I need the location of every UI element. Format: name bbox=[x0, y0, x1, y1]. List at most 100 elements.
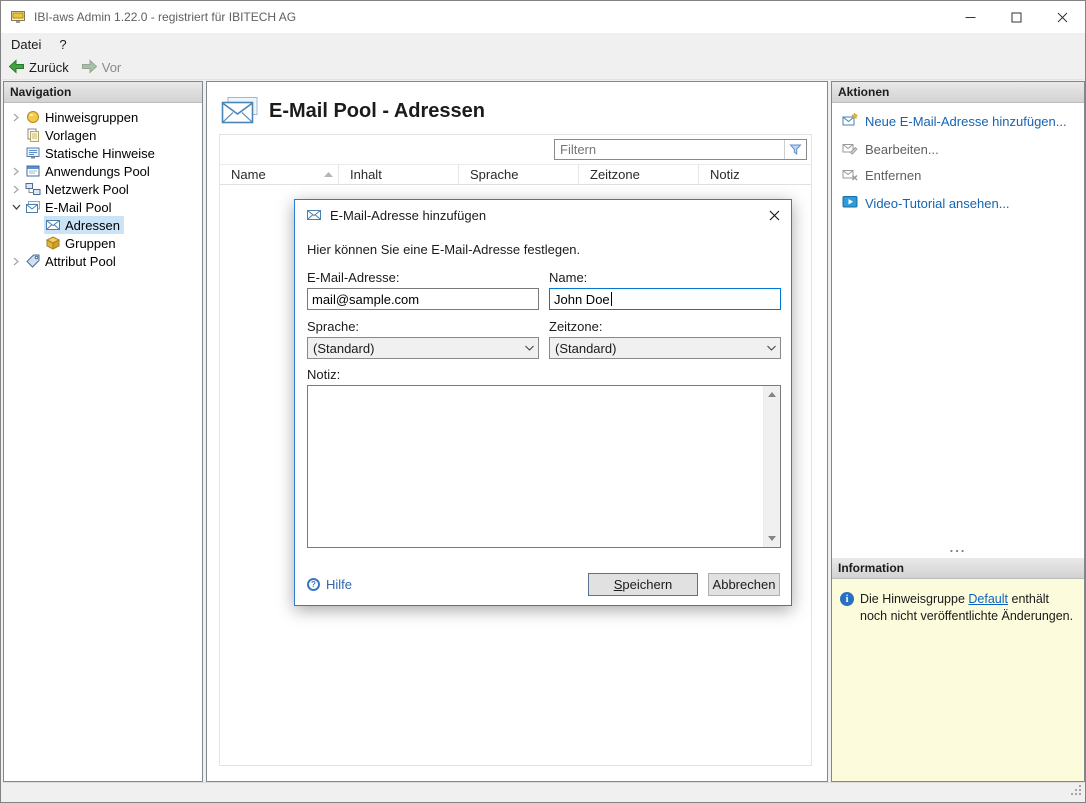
nav-item-label: Adressen bbox=[65, 218, 120, 233]
app-window: IBI-aws Admin 1.22.0 - registriert für I… bbox=[0, 0, 1086, 803]
help-icon: ? bbox=[307, 578, 320, 591]
email-pool-icon bbox=[25, 199, 41, 215]
save-button-label: Speichern bbox=[614, 577, 673, 592]
close-button[interactable] bbox=[1039, 1, 1085, 33]
filter-input[interactable] bbox=[555, 140, 784, 159]
attribut-pool-icon bbox=[25, 253, 41, 269]
nav-item-email-pool[interactable]: E-Mail Pool bbox=[4, 198, 202, 216]
hinweisgruppen-icon bbox=[25, 109, 41, 125]
statische-hinweise-icon bbox=[25, 145, 41, 161]
help-link[interactable]: ? Hilfe bbox=[307, 577, 352, 592]
app-icon bbox=[10, 9, 26, 25]
save-button[interactable]: Speichern bbox=[588, 573, 698, 596]
chevron-right-icon[interactable] bbox=[8, 167, 24, 176]
back-button[interactable]: Zurück bbox=[2, 57, 75, 79]
forward-button[interactable]: Vor bbox=[75, 57, 128, 79]
action-edit[interactable]: Bearbeiten... bbox=[842, 140, 939, 159]
dialog-close-button[interactable] bbox=[757, 200, 791, 230]
language-field-label: Sprache: bbox=[307, 319, 359, 334]
default-group-link[interactable]: Default bbox=[968, 592, 1008, 606]
navigation-panel: Navigation Hinweisgruppen Vorlagen Stati… bbox=[3, 81, 203, 782]
nav-item-gruppen[interactable]: Gruppen bbox=[24, 234, 202, 252]
column-label: Inhalt bbox=[350, 167, 382, 182]
forward-label: Vor bbox=[102, 60, 122, 75]
information-header: Information bbox=[832, 558, 1084, 579]
panel-splitter-handle[interactable]: ... bbox=[832, 540, 1084, 555]
nav-item-statische-hinweise[interactable]: Statische Hinweise bbox=[4, 144, 202, 162]
timezone-select-value: (Standard) bbox=[550, 341, 762, 356]
status-bar bbox=[2, 782, 1084, 801]
nav-item-label: Gruppen bbox=[65, 236, 116, 251]
nav-item-label: Hinweisgruppen bbox=[45, 110, 138, 125]
nav-item-label: E-Mail Pool bbox=[45, 200, 111, 215]
filter-box bbox=[554, 139, 807, 160]
column-label: Notiz bbox=[710, 167, 740, 182]
new-email-icon bbox=[842, 112, 858, 131]
email-field-label: E-Mail-Adresse: bbox=[307, 270, 399, 285]
info-text-before: Die Hinweisgruppe bbox=[860, 592, 965, 606]
column-label: Name bbox=[231, 167, 266, 182]
resize-grip[interactable] bbox=[1069, 783, 1083, 800]
cancel-button-label: Abbrechen bbox=[713, 577, 776, 592]
email-field[interactable] bbox=[307, 288, 539, 310]
anwendungs-pool-icon bbox=[25, 163, 41, 179]
chevron-right-icon[interactable] bbox=[8, 185, 24, 194]
action-video-tutorial[interactable]: Video-Tutorial ansehen... bbox=[842, 194, 1010, 213]
sort-ascending-icon bbox=[324, 172, 333, 177]
back-label: Zurück bbox=[29, 60, 69, 75]
chevron-down-icon bbox=[762, 345, 780, 351]
dialog-titlebar: E-Mail-Adresse hinzufügen bbox=[295, 200, 791, 230]
language-select[interactable]: (Standard) bbox=[307, 337, 539, 359]
remove-email-icon bbox=[842, 166, 858, 185]
scroll-up-icon[interactable] bbox=[764, 386, 780, 403]
maximize-button[interactable] bbox=[993, 1, 1039, 33]
content-header: E-Mail Pool - Adressen bbox=[221, 96, 485, 127]
dialog-title: E-Mail-Adresse hinzufügen bbox=[330, 208, 486, 223]
back-arrow-icon bbox=[8, 59, 25, 77]
column-header-inhalt[interactable]: Inhalt bbox=[339, 165, 459, 184]
action-new-email-address[interactable]: Neue E-Mail-Adresse hinzufügen... bbox=[842, 112, 1067, 131]
menu-help[interactable]: ? bbox=[50, 34, 75, 55]
nav-item-adressen[interactable]: Adressen bbox=[24, 216, 202, 234]
column-header-notiz[interactable]: Notiz bbox=[699, 165, 811, 184]
add-email-dialog: E-Mail-Adresse hinzufügen Hier können Si… bbox=[294, 199, 792, 606]
nav-item-label: Vorlagen bbox=[45, 128, 96, 143]
adressen-icon bbox=[45, 217, 61, 233]
edit-email-icon bbox=[842, 140, 858, 159]
nav-item-label: Anwendungs Pool bbox=[45, 164, 150, 179]
nav-item-hinweisgruppen[interactable]: Hinweisgruppen bbox=[4, 108, 202, 126]
action-remove[interactable]: Entfernen bbox=[842, 166, 921, 185]
window-title: IBI-aws Admin 1.22.0 - registriert für I… bbox=[34, 10, 296, 24]
minimize-button[interactable] bbox=[947, 1, 993, 33]
nav-item-vorlagen[interactable]: Vorlagen bbox=[4, 126, 202, 144]
column-header-zeitzone[interactable]: Zeitzone bbox=[579, 165, 699, 184]
language-select-value: (Standard) bbox=[308, 341, 520, 356]
menu-datei[interactable]: Datei bbox=[2, 34, 50, 55]
nav-item-attribut-pool[interactable]: Attribut Pool bbox=[4, 252, 202, 270]
nav-item-label: Attribut Pool bbox=[45, 254, 116, 269]
timezone-select[interactable]: (Standard) bbox=[549, 337, 781, 359]
actions-header: Aktionen bbox=[832, 82, 1084, 103]
scroll-down-icon[interactable] bbox=[764, 530, 780, 547]
nav-item-anwendungs-pool[interactable]: Anwendungs Pool bbox=[4, 162, 202, 180]
video-tutorial-icon bbox=[842, 194, 858, 213]
timezone-field-label: Zeitzone: bbox=[549, 319, 602, 334]
note-field-container bbox=[307, 385, 781, 548]
forward-arrow-icon bbox=[81, 59, 98, 77]
chevron-right-icon[interactable] bbox=[8, 257, 24, 266]
nav-item-netzwerk-pool[interactable]: Netzwerk Pool bbox=[4, 180, 202, 198]
page-title: E-Mail Pool - Adressen bbox=[269, 100, 485, 123]
name-field[interactable]: John Doe bbox=[549, 288, 781, 310]
note-scrollbar[interactable] bbox=[763, 386, 780, 547]
information-text: Die Hinweisgruppe Default enthält noch n… bbox=[860, 591, 1074, 625]
note-field-label: Notiz: bbox=[307, 367, 340, 382]
filter-funnel-icon[interactable] bbox=[784, 140, 806, 159]
note-textarea[interactable] bbox=[308, 386, 763, 547]
cancel-button[interactable]: Abbrechen bbox=[708, 573, 780, 596]
chevron-down-icon[interactable] bbox=[8, 203, 24, 211]
chevron-down-icon bbox=[520, 345, 538, 351]
netzwerk-pool-icon bbox=[25, 181, 41, 197]
column-header-sprache[interactable]: Sprache bbox=[459, 165, 579, 184]
column-header-name[interactable]: Name bbox=[220, 165, 339, 184]
chevron-right-icon[interactable] bbox=[8, 113, 24, 122]
